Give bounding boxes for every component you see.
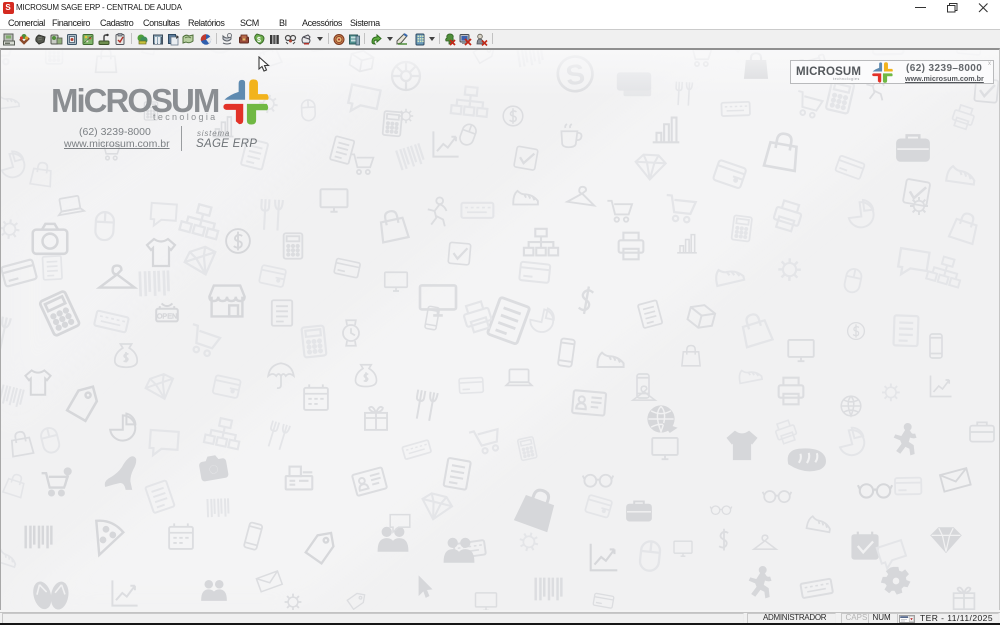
svg-text:OPEN: OPEN [157,311,177,320]
svg-text:$: $ [257,37,261,44]
